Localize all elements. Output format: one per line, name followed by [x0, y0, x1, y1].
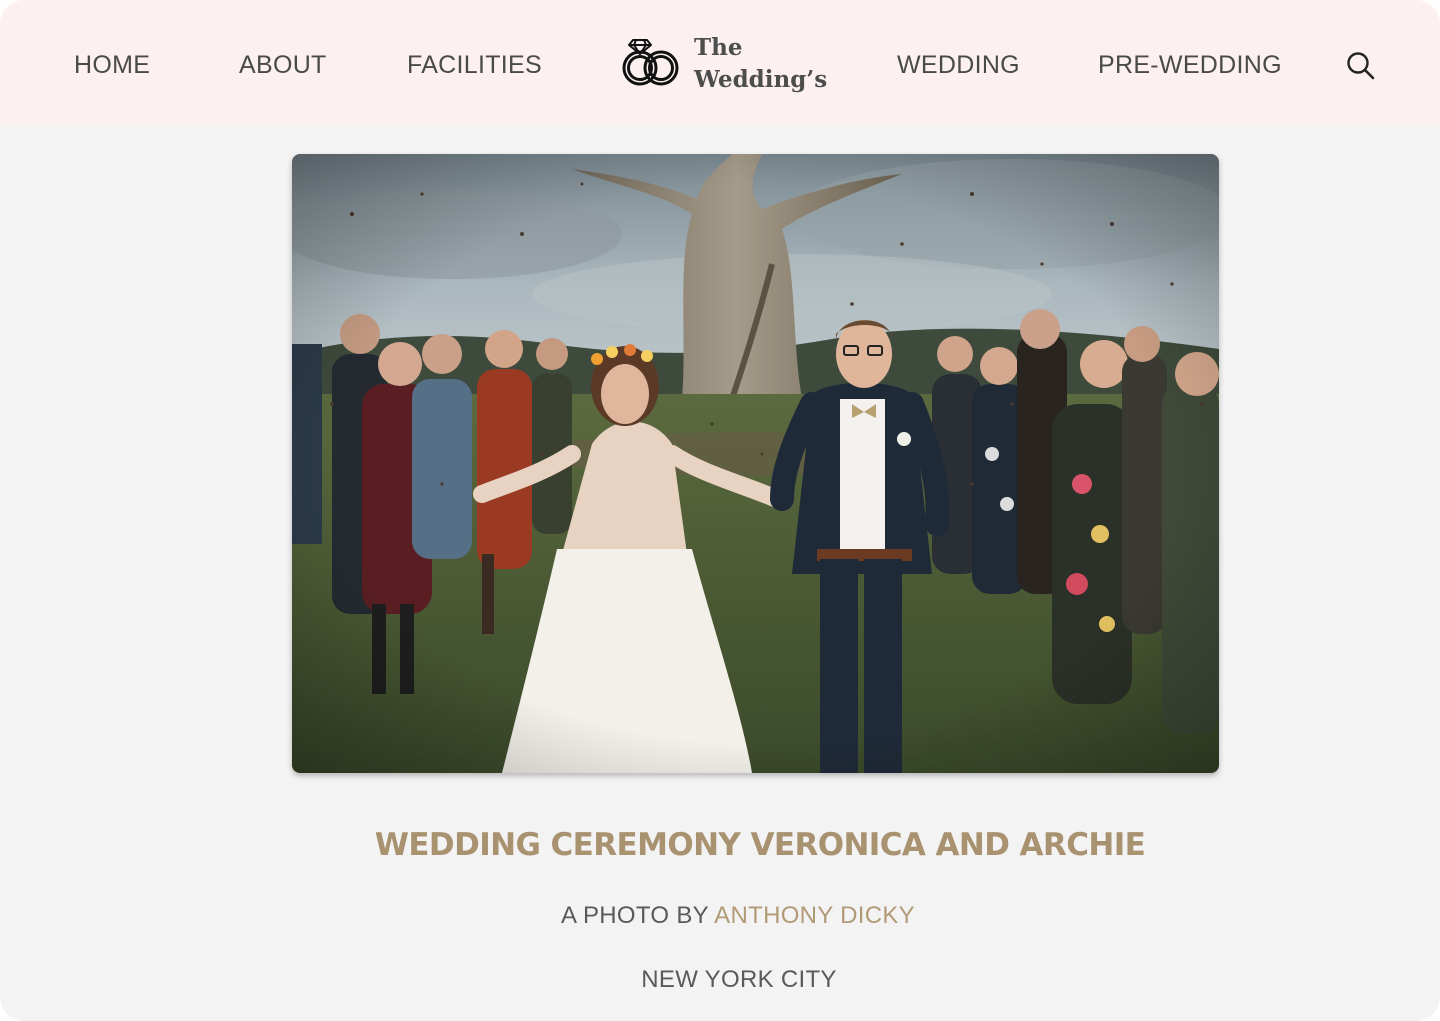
search-button[interactable] — [1346, 51, 1376, 81]
nav-pre-wedding-link[interactable]: PRE-WEDDING — [1098, 48, 1282, 82]
brand-name: The Wedding’s — [694, 32, 827, 96]
nav-home-link[interactable]: HOME — [74, 48, 150, 82]
nav-facilities-link[interactable]: FACILITIES — [407, 48, 542, 82]
brand-name-line-1: The — [694, 34, 743, 61]
search-icon — [1347, 52, 1375, 80]
brand-logo[interactable]: The Wedding’s — [620, 30, 827, 100]
credit-prefix: A PHOTO BY — [561, 902, 709, 929]
top-navigation: HOME ABOUT FACILITIES The Wedding’s WEDD… — [0, 0, 1440, 124]
app-window: HOME ABOUT FACILITIES The Wedding’s WEDD… — [0, 0, 1440, 1021]
photo-title: WEDDING CEREMONY VERONICA AND ARCHIE — [374, 827, 1146, 863]
wedding-photo-illustration — [292, 154, 1219, 773]
wedding-rings-icon — [622, 39, 679, 86]
nav-wedding-link[interactable]: WEDDING — [897, 48, 1020, 82]
photo-credit: A PHOTO BY ANTHONY DICKY — [0, 900, 1440, 932]
nav-about-link[interactable]: ABOUT — [239, 48, 327, 82]
photographer-link[interactable]: ANTHONY DICKY — [714, 902, 915, 929]
brand-name-line-2: Wedding’s — [694, 66, 828, 93]
photo-location: NEW YORK CITY — [641, 966, 837, 993]
wedding-photo — [292, 154, 1219, 773]
